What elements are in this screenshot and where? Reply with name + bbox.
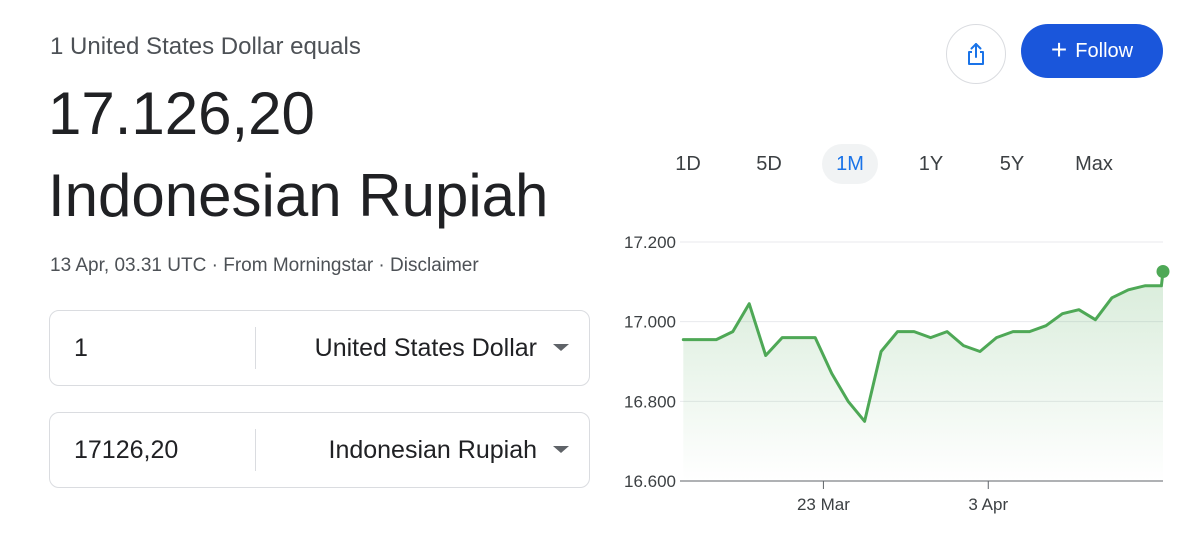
from-currency-row: United States Dollar <box>49 310 590 386</box>
latest-price-point <box>1156 264 1170 278</box>
y-tick-label: 17.000 <box>624 313 676 332</box>
to-currency-select[interactable]: Indonesian Rupiah <box>329 413 538 487</box>
y-tick-label: 16.600 <box>624 472 676 491</box>
disclaimer-link[interactable]: Disclaimer <box>390 255 479 276</box>
rate-timestamp: 13 Apr, 03.31 UTC <box>50 255 207 276</box>
range-tab-1d[interactable]: 1D <box>660 144 716 184</box>
x-tick-label: 3 Apr <box>968 495 1008 514</box>
meta-separator: · <box>373 255 391 276</box>
to-currency-row: Indonesian Rupiah <box>49 412 590 488</box>
field-divider <box>255 327 256 369</box>
share-button[interactable] <box>946 24 1006 84</box>
plus-icon: + <box>1050 33 1068 65</box>
chevron-down-icon[interactable] <box>553 344 569 351</box>
range-tab-max[interactable]: Max <box>1065 144 1123 184</box>
exchange-rate-chart: 17.200 17.000 16.800 16.600 23 Mar 3 Apr <box>624 233 1170 514</box>
range-tab-5d[interactable]: 5D <box>741 144 797 184</box>
range-tab-1y[interactable]: 1Y <box>903 144 959 184</box>
follow-label: Follow <box>1075 39 1134 62</box>
to-amount-input[interactable] <box>74 413 244 487</box>
chevron-down-icon[interactable] <box>553 446 569 453</box>
rate-metadata: 13 Apr, 03.31 UTC · From Morningstar · D… <box>50 252 479 280</box>
share-icon <box>968 43 984 65</box>
target-currency-name: Indonesian Rupiah <box>48 162 549 229</box>
range-tab-1m[interactable]: 1M <box>822 144 878 184</box>
conversion-subtitle: 1 United States Dollar equals <box>50 33 361 60</box>
field-divider <box>255 429 256 471</box>
from-amount-input[interactable] <box>74 311 244 385</box>
y-tick-label: 17.200 <box>624 233 676 252</box>
source-link[interactable]: From Morningstar <box>223 255 373 276</box>
follow-button[interactable]: + Follow <box>1021 24 1163 78</box>
y-tick-label: 16.800 <box>624 392 676 411</box>
range-tab-5y[interactable]: 5Y <box>984 144 1040 184</box>
from-currency-select[interactable]: United States Dollar <box>315 311 537 385</box>
x-tick-label: 23 Mar <box>797 495 850 514</box>
price-area-fill <box>683 271 1163 481</box>
meta-separator: · <box>206 255 224 276</box>
exchange-rate-value: 17.126,20 <box>48 80 315 147</box>
